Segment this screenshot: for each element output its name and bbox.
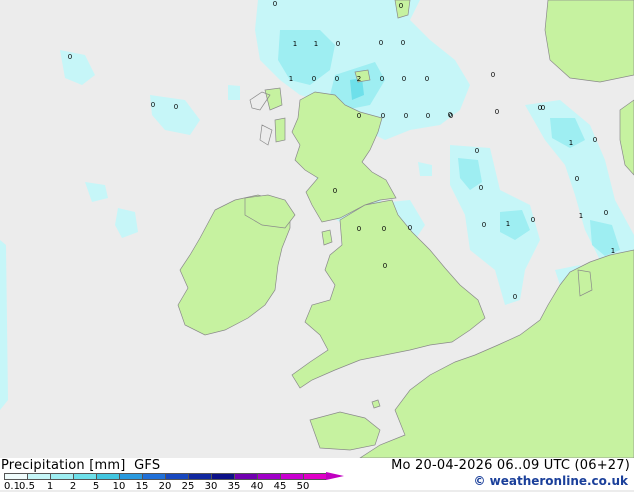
- scale-segment: [211, 473, 234, 480]
- grid-value: 0: [513, 293, 517, 301]
- grid-value: 1: [506, 220, 510, 228]
- grid-value: 0: [402, 75, 406, 83]
- grid-value: 2: [357, 75, 361, 83]
- map-title: Precipitation [mm] GFS: [1, 458, 161, 473]
- scale-arrow: [326, 472, 344, 480]
- hebrides-land2: [274, 117, 286, 143]
- scale-tick-label: 40: [250, 481, 264, 492]
- scale-tick-label: 25: [181, 481, 195, 492]
- grid-value: 0: [448, 111, 452, 119]
- precip-color-scale: [4, 472, 344, 481]
- grid-value: 0: [399, 2, 403, 10]
- grid-value: 0: [491, 71, 495, 79]
- grid-value: 0: [495, 108, 499, 116]
- grid-value: 0: [335, 75, 339, 83]
- scale-segment: [234, 473, 257, 480]
- scale-tick-label: 15: [135, 481, 149, 492]
- scale-tick-label: 50: [296, 481, 310, 492]
- grid-value: 0: [531, 216, 535, 224]
- precipitation-map: 0 1 1 0 0 0 1 0 0 2 0 0 0 0 0 0 0 0 0 0 …: [0, 0, 634, 458]
- grid-value: 1: [293, 40, 297, 48]
- grid-value: 0: [174, 103, 178, 111]
- valid-time: Mo 20-04-2026 06..09 UTC (06+27): [391, 458, 630, 473]
- grid-value: 1: [289, 75, 293, 83]
- precip-area-small2: [228, 85, 240, 100]
- scale-segment: [280, 473, 303, 480]
- grid-value: 0: [382, 225, 386, 233]
- grid-value: 0: [401, 39, 405, 47]
- scale-tick-label: 0.5: [19, 481, 35, 492]
- grid-value: 1: [611, 247, 615, 255]
- grid-value: 0: [408, 224, 412, 232]
- grid-value: 1: [569, 139, 573, 147]
- grid-value: 0: [426, 112, 430, 120]
- grid-value: 0: [333, 187, 337, 195]
- scale-segment: [142, 473, 165, 480]
- grid-value: 0: [379, 39, 383, 47]
- scale-segment: [188, 473, 211, 480]
- grid-value: 0: [593, 136, 597, 144]
- scale-tick-label: 45: [273, 481, 287, 492]
- scale-segment: [50, 473, 73, 480]
- scale-tick-label: 0.1: [4, 481, 20, 492]
- grid-value: 0: [273, 0, 277, 8]
- grid-value: 0: [357, 225, 361, 233]
- grid-value: 0: [482, 221, 486, 229]
- credit-link[interactable]: © weatheronline.co.uk: [473, 474, 628, 488]
- scale-segment: [96, 473, 119, 480]
- isle-of-man-land: [321, 229, 333, 246]
- map-footer: Precipitation [mm] GFS Mo 20-04-2026 06.…: [0, 458, 634, 492]
- scale-segment: [257, 473, 280, 480]
- scale-segment: [119, 473, 142, 480]
- scale-tick-label: 2: [69, 481, 77, 492]
- grid-value: 0: [336, 40, 340, 48]
- grid-value: 0: [475, 147, 479, 155]
- grid-value: 0: [68, 53, 72, 61]
- grid-value: 0: [404, 112, 408, 120]
- scale-segment: [4, 473, 27, 480]
- weather-map-frame: 0 1 1 0 0 0 1 0 0 2 0 0 0 0 0 0 0 0 0 0 …: [0, 0, 634, 492]
- grid-value: 0: [312, 75, 316, 83]
- grid-value: 0: [538, 104, 542, 112]
- scale-tick-label: 30: [204, 481, 218, 492]
- grid-value: 0: [380, 75, 384, 83]
- scale-segment: [165, 473, 188, 480]
- grid-value: 0: [575, 175, 579, 183]
- grid-value: 0: [383, 262, 387, 270]
- grid-value: 0: [425, 75, 429, 83]
- grid-value: 0: [357, 112, 361, 120]
- scale-tick-label: 35: [227, 481, 241, 492]
- grid-value: 0: [479, 184, 483, 192]
- grid-value: 0: [151, 101, 155, 109]
- grid-value: 0: [604, 209, 608, 217]
- grid-value: 0: [381, 112, 385, 120]
- scale-tick-label: 1: [46, 481, 54, 492]
- scale-segment: [73, 473, 96, 480]
- scale-tick-label: 5: [92, 481, 100, 492]
- scale-segment: [303, 473, 326, 480]
- scale-tick-label: 10: [112, 481, 126, 492]
- scale-segment: [27, 473, 50, 480]
- grid-value: 1: [314, 40, 318, 48]
- grid-value: 1: [579, 212, 583, 220]
- scale-tick-label: 20: [158, 481, 172, 492]
